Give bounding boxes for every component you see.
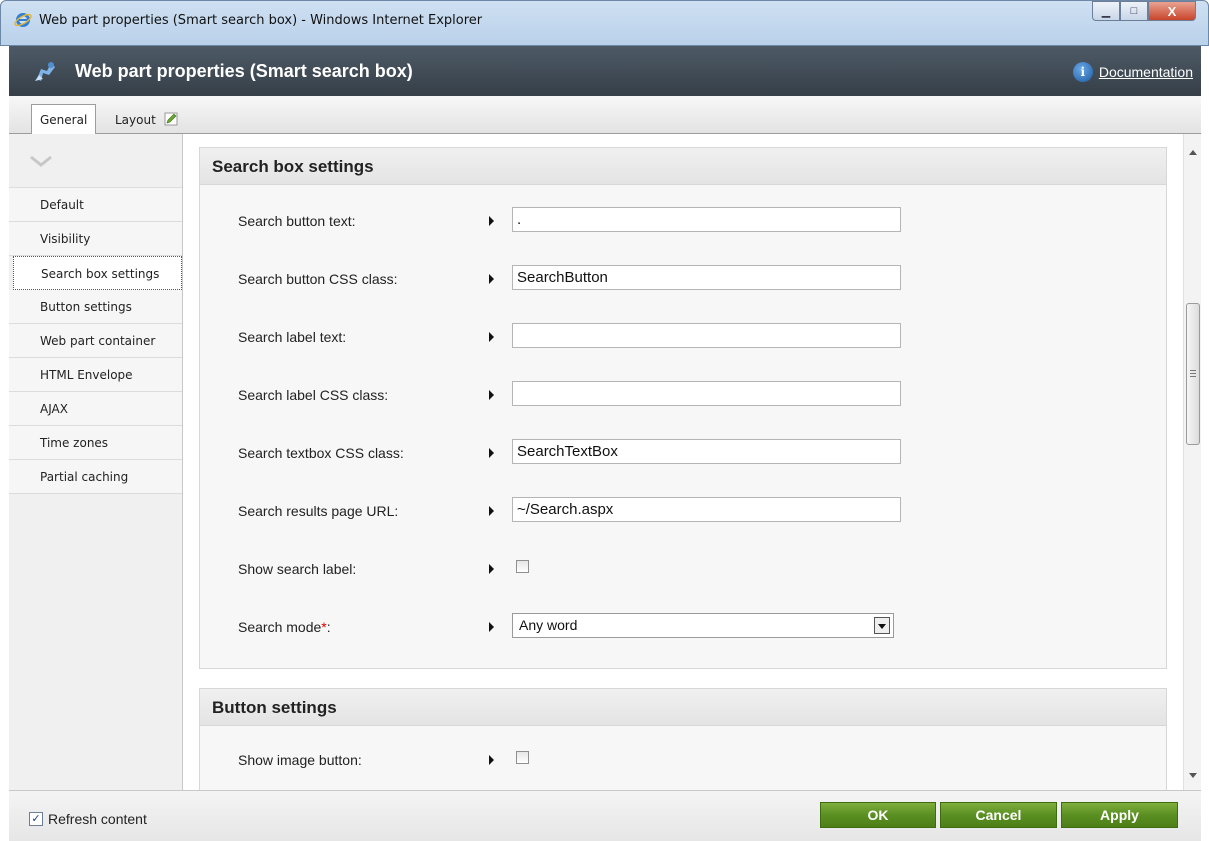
cancel-button[interactable]: Cancel <box>940 802 1057 828</box>
sidebar-item-ajax[interactable]: AJAX <box>9 392 182 426</box>
expand-arrow-icon[interactable] <box>489 564 494 574</box>
sidebar-item-web-part-container[interactable]: Web part container <box>9 324 182 358</box>
info-icon[interactable]: i <box>1072 62 1093 82</box>
search-mode-select[interactable]: Any word <box>512 613 894 638</box>
scroll-down-arrow-icon[interactable] <box>1189 773 1197 778</box>
internet-explorer-icon <box>14 13 32 27</box>
tab-general[interactable]: General <box>31 104 97 135</box>
expand-arrow-icon[interactable] <box>489 390 494 400</box>
expand-arrow-icon[interactable] <box>489 506 494 516</box>
expand-arrow-icon[interactable] <box>489 448 494 458</box>
dropdown-arrow-icon[interactable] <box>874 617 890 634</box>
dialog-header: Web part properties (Smart search box) i… <box>9 46 1201 96</box>
field-row-results-url: Search results page URL: <box>200 496 1166 526</box>
button-settings-section: Button settings Show image button: <box>199 688 1167 790</box>
ok-button[interactable]: OK <box>820 802 936 828</box>
search-label-css-input[interactable] <box>512 381 901 406</box>
field-label: Search mode*: <box>238 619 331 635</box>
search-textbox-css-input[interactable] <box>512 439 901 464</box>
web-part-icon <box>35 62 55 81</box>
expand-arrow-icon[interactable] <box>489 216 494 226</box>
field-label: Search button CSS class: <box>238 271 398 287</box>
search-mode-value: Any word <box>519 617 578 633</box>
tab-bar: General Layout <box>9 96 1201 135</box>
refresh-content-checkbox[interactable]: ✓ <box>29 812 43 826</box>
search-button-text-input[interactable] <box>512 207 901 232</box>
sidebar-item-default[interactable]: Default <box>9 188 182 222</box>
scroll-up-arrow-icon[interactable] <box>1189 150 1197 155</box>
expand-arrow-icon[interactable] <box>489 622 494 632</box>
documentation-link[interactable]: Documentation <box>1099 64 1193 80</box>
sidebar-item-partial-caching[interactable]: Partial caching <box>9 460 182 494</box>
field-row-show-label: Show search label: <box>200 554 1166 584</box>
search-button-css-input[interactable] <box>512 265 901 290</box>
dialog-title: Web part properties (Smart search box) <box>75 61 413 81</box>
category-sidebar: Default Visibility Search box settings B… <box>9 134 183 790</box>
field-row-search-mode: Search mode*: Any word <box>200 612 1166 642</box>
chevron-down-icon <box>30 155 52 167</box>
sidebar-item-html-envelope[interactable]: HTML Envelope <box>9 358 182 392</box>
field-row-show-image-button: Show image button: <box>200 745 1166 775</box>
collapse-toggle[interactable] <box>9 134 182 188</box>
search-mode-label: Search mode <box>238 619 322 635</box>
field-row-label-css: Search label CSS class: <box>200 380 1166 410</box>
window-titlebar: Web part properties (Smart search box) -… <box>0 0 1209 46</box>
field-label: Show image button: <box>238 752 362 768</box>
label-colon: : <box>326 619 331 635</box>
show-image-button-checkbox[interactable] <box>516 751 529 764</box>
sidebar-item-search-box-settings[interactable]: Search box settings <box>13 256 182 290</box>
tab-layout-label: Layout <box>115 113 156 127</box>
maximize-button[interactable]: □ <box>1120 1 1148 21</box>
field-row-button-text: Search button text: <box>200 206 1166 236</box>
sidebar-item-visibility[interactable]: Visibility <box>9 222 182 256</box>
search-results-url-input[interactable] <box>512 497 901 522</box>
window-title: Web part properties (Smart search box) -… <box>39 13 483 28</box>
scrollbar-thumb[interactable] <box>1186 303 1200 445</box>
properties-content: Search box settings Search button text: … <box>184 134 1183 790</box>
field-label: Show search label: <box>238 561 357 577</box>
expand-arrow-icon[interactable] <box>489 755 494 765</box>
section-heading: Search box settings <box>200 148 1166 185</box>
show-search-label-checkbox[interactable] <box>516 560 529 573</box>
refresh-content-label: Refresh content <box>48 811 147 827</box>
close-button[interactable]: X <box>1148 1 1196 21</box>
refresh-content-option[interactable]: ✓ Refresh content <box>29 811 147 827</box>
vertical-scrollbar[interactable] <box>1183 134 1201 790</box>
field-label: Search button text: <box>238 213 356 229</box>
section-heading: Button settings <box>200 689 1166 726</box>
expand-arrow-icon[interactable] <box>489 332 494 342</box>
field-row-label-text: Search label text: <box>200 322 1166 352</box>
window-controls: ▁ □ X <box>1092 1 1196 23</box>
field-label: Search label text: <box>238 329 347 345</box>
dialog-footer: ✓ Refresh content OK Cancel Apply <box>9 790 1201 841</box>
edit-pencil-icon[interactable] <box>164 112 178 126</box>
sidebar-item-time-zones[interactable]: Time zones <box>9 426 182 460</box>
search-box-settings-section: Search box settings Search button text: … <box>199 147 1167 669</box>
sidebar-item-button-settings[interactable]: Button settings <box>9 290 182 324</box>
field-label: Search label CSS class: <box>238 387 389 403</box>
field-label: Search results page URL: <box>238 503 399 519</box>
field-row-button-css: Search button CSS class: <box>200 264 1166 294</box>
documentation-link-wrap: i Documentation <box>1072 62 1193 82</box>
tab-layout[interactable]: Layout <box>107 104 186 135</box>
field-label: Search textbox CSS class: <box>238 445 404 461</box>
apply-button[interactable]: Apply <box>1061 802 1178 828</box>
expand-arrow-icon[interactable] <box>489 274 494 284</box>
search-label-text-input[interactable] <box>512 323 901 348</box>
field-row-textbox-css: Search textbox CSS class: <box>200 438 1166 468</box>
grip-icon <box>1190 370 1196 377</box>
minimize-button[interactable]: ▁ <box>1092 1 1120 21</box>
